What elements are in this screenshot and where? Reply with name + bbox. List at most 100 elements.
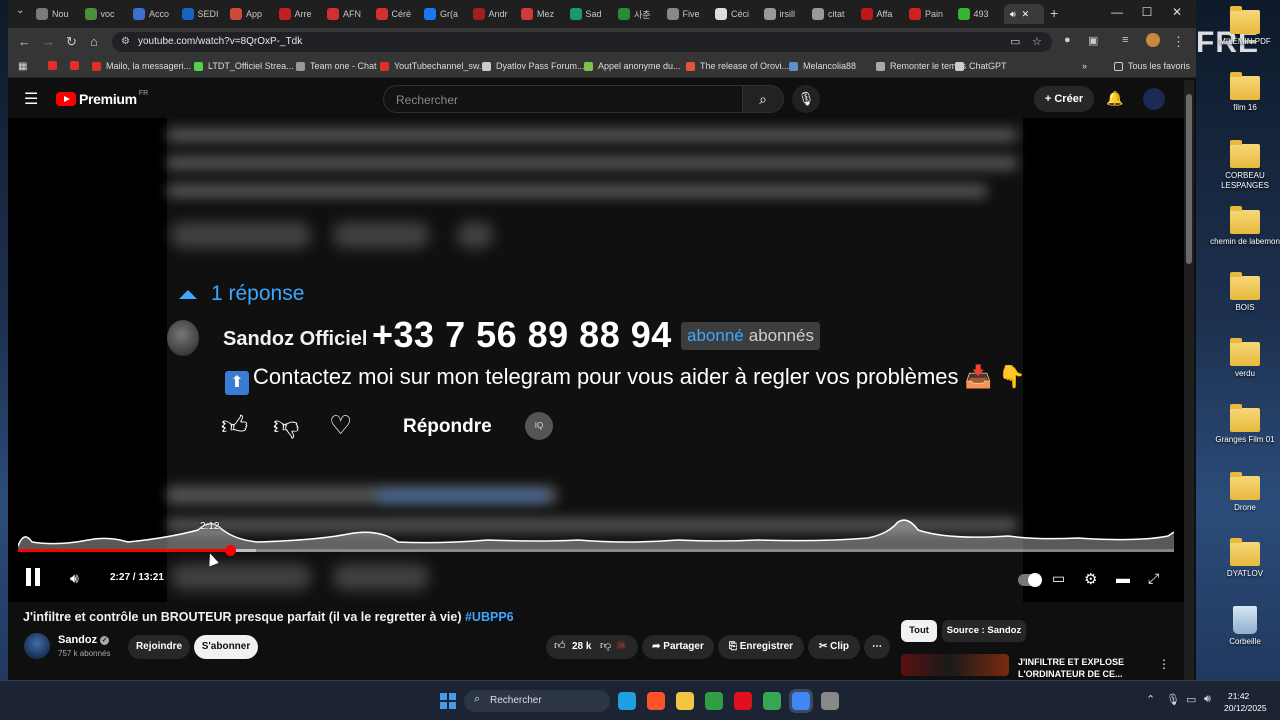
desktop-folder-icon[interactable]: Drone [1210,472,1280,513]
desktop-folder-icon[interactable]: Granges Film 01 [1210,404,1280,445]
browser-tab[interactable]: Nou [36,4,80,24]
tab-search-icon[interactable]: ⌄ [16,5,24,16]
browser-tab[interactable]: citat [812,4,856,24]
taskbar-chrome-icon[interactable] [763,692,781,710]
browser-tab[interactable]: Pain [909,4,953,24]
page-scrollbar[interactable] [1184,80,1194,680]
recommendation-thumbnail[interactable] [901,654,1009,676]
desktop-folder-icon[interactable]: film 16 [1210,72,1280,113]
channel-name[interactable]: Sandoz ✓ [58,634,110,646]
youtube-logo[interactable]: Premium FR [56,90,148,107]
bookmark-item[interactable]: ChatGPT [955,61,1007,71]
chip-all[interactable]: Tout [901,620,937,642]
minimize-icon[interactable]: — [1102,5,1132,19]
bookmark-item[interactable]: Remonter le temps [876,61,966,71]
share-button[interactable]: ➦ Partager [642,635,714,659]
scrollbar-thumb[interactable] [1186,94,1192,264]
browser-tab[interactable]: Céré [375,4,420,24]
progress-bar[interactable] [18,545,1174,556]
bookmark-item[interactable]: YoutTubechannel_sw... [380,61,486,71]
browser-tab[interactable]: 493 [957,4,1002,24]
extension-icon[interactable]: ● [1064,34,1071,46]
taskbar-search[interactable]: ⌕ Rechercher [464,690,610,712]
recommendation-menu-icon[interactable]: ⋮ [1158,657,1170,671]
bookmark-item[interactable]: Dyatlov Pass Forum... [482,61,585,71]
save-button[interactable]: ⎘ Enregistrer [718,635,804,659]
browser-tab[interactable]: voc [84,4,129,24]
volume-icon[interactable]: 🔊︎ [70,570,79,587]
browser-tab[interactable]: Five [666,4,711,24]
desktop-folder-icon[interactable]: BOIS [1210,272,1280,313]
bookmark-item[interactable]: The release of Orovi... [686,61,789,71]
all-bookmarks[interactable]: Tous les favoris [1114,61,1190,71]
like-icon[interactable]: 👍︎ [554,639,566,652]
browser-tab[interactable]: Gr(a [424,4,468,24]
taskbar-brave-icon[interactable] [647,692,665,710]
browser-tab[interactable]: Arre [278,4,323,24]
video-player[interactable]: 1 réponse Sandoz Officiel +33 7 56 89 88… [8,118,1188,602]
voice-search-icon[interactable]: 🎙 [792,85,820,113]
video-hashtag[interactable]: #UBPP6 [465,610,514,624]
browser-tab[interactable]: Affa [860,4,905,24]
browser-tab[interactable]: 사춘 [618,4,662,24]
clock-date[interactable]: 20/12/2025 [1224,703,1267,713]
desktop-folder-icon[interactable]: verdu [1210,338,1280,379]
tray-chevron-icon[interactable]: ⌃ [1146,693,1155,706]
recommendation-title[interactable]: J'INFILTRE ET EXPLOSE L'ORDINATEUR DE CE… [1018,656,1148,680]
recycle-bin-icon[interactable]: Corbeille [1210,606,1280,647]
bookmark-star-icon[interactable]: ☆ [1032,35,1042,48]
maximize-icon[interactable]: ☐ [1132,5,1162,19]
browser-tab[interactable]: Céci [715,4,759,24]
browser-tab[interactable]: Acco [133,4,177,24]
theater-mode-icon[interactable]: ▬ [1116,570,1130,586]
desktop-folder-icon[interactable]: CORBEAU LESPANGES [1210,140,1280,191]
clip-button[interactable]: ✂ Clip [808,635,860,659]
microphone-icon[interactable]: 🎙 [1166,693,1180,706]
account-avatar[interactable] [1143,88,1165,110]
bookmark-item[interactable]: Team one - Chat [296,61,377,71]
search-input[interactable]: Rechercher [383,85,743,113]
bookmark-item[interactable]: Appel anonyme du... [584,61,681,71]
search-button[interactable]: ⌕ [742,85,784,113]
site-info-icon[interactable]: ⚙ [121,36,130,47]
settings-gear-icon[interactable]: ⚙ [1084,570,1097,588]
media-control-icon[interactable]: ≡ [1122,34,1128,46]
join-button[interactable]: Rejoindre [128,635,190,659]
more-actions-icon[interactable]: ⋯ [864,635,890,659]
subscribe-button[interactable]: S'abonner [194,635,258,659]
desktop-folder-icon[interactable]: chemin de labemon [1210,206,1280,247]
desktop-folder-icon[interactable]: DYATLOV [1210,538,1280,579]
extensions-puzzle-icon[interactable]: ▣ [1088,34,1098,47]
taskbar-edge-icon[interactable] [618,692,636,710]
taskbar-app-green-icon[interactable] [705,692,723,710]
cast-icon[interactable]: ▭ [1010,35,1020,48]
clock-time[interactable]: 21:42 [1228,691,1249,701]
taskbar-explorer-icon[interactable] [676,692,694,710]
close-tab-icon[interactable]: ✕ [1022,9,1030,20]
apps-grid-icon[interactable]: ▦ [18,61,27,72]
fullscreen-icon[interactable]: ⤢ [1148,570,1159,587]
dislike-icon[interactable]: 👎︎ [600,639,611,652]
network-icon[interactable]: ▭ [1186,693,1196,706]
bookmark-item[interactable]: Mailo, la messageri... [92,61,191,71]
subtitles-icon[interactable]: ▭ [1052,570,1065,587]
taskbar-app-gear-icon[interactable] [821,692,839,710]
replies-toggle[interactable]: 1 réponse [179,282,304,306]
address-bar[interactable]: ⚙ youtube.com/watch?v=8QrOxP-_Tdk ▭ ☆ [112,32,1052,52]
autoplay-toggle[interactable] [1018,573,1042,587]
hamburger-menu-icon[interactable]: ☰ [24,89,38,109]
browser-tab[interactable]: Mez [521,4,565,24]
reload-icon[interactable]: ↻ [66,34,77,50]
browser-tab[interactable]: App [230,4,274,24]
bookmark-item[interactable]: Melancolia88 [789,61,856,71]
profile-avatar[interactable] [1146,33,1160,47]
home-icon[interactable]: ⌂ [90,34,98,49]
browser-tab[interactable]: Sad [569,4,614,24]
bookmark-item[interactable] [48,61,62,70]
windows-start-icon[interactable] [440,693,456,709]
active-tab[interactable]: 🔊︎ ✕ [1004,4,1044,24]
create-button[interactable]: + Créer [1034,86,1094,112]
browser-tab[interactable]: Andr [472,4,517,24]
channel-avatar[interactable] [24,633,50,659]
chip-source[interactable]: Source : Sandoz [942,620,1026,642]
